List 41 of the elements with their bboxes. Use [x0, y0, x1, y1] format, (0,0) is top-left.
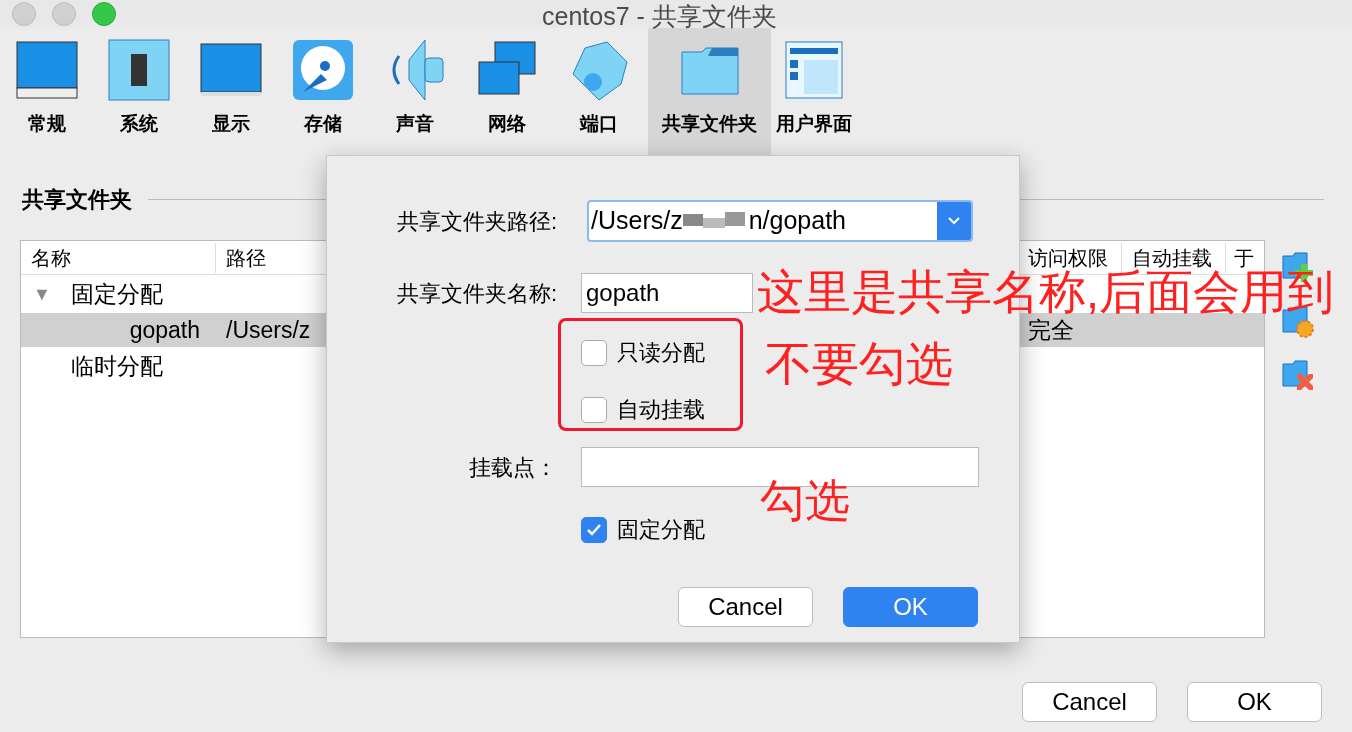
toolbar-tab[interactable]: 共享文件夹	[648, 28, 771, 155]
column-header[interactable]: 名称	[21, 242, 216, 273]
group-label: 临时分配	[71, 351, 163, 381]
chip-icon	[107, 38, 171, 102]
disclosure-triangle[interactable]: ▼	[33, 283, 51, 304]
checkbox-label: 固定分配	[617, 516, 705, 544]
folder-remove-icon[interactable]	[1281, 358, 1315, 392]
dropdown-button[interactable]	[937, 202, 971, 240]
cancel-button[interactable]: Cancel	[678, 587, 813, 627]
toolbar-tab[interactable]: 系统	[96, 28, 182, 155]
minimize-window-button[interactable]	[52, 2, 76, 26]
zoom-window-button[interactable]	[92, 2, 116, 26]
column-header[interactable]: 路径	[216, 242, 316, 273]
annotation-text: 不要勾选	[765, 340, 953, 387]
toolbar-tab[interactable]: 存储	[280, 28, 366, 155]
field-label: 共享文件夹路径:	[396, 207, 558, 236]
toolbar-tab[interactable]: 声音	[372, 28, 458, 155]
checkbox[interactable]	[581, 396, 607, 423]
group-label: 固定分配	[71, 279, 163, 309]
toolbar-tab[interactable]: 显示	[188, 28, 274, 155]
checkbox[interactable]	[581, 339, 607, 366]
table-cell-text: 完全	[1027, 315, 1075, 345]
text-field[interactable]: gopath	[581, 273, 753, 313]
ok-button[interactable]: OK	[1187, 682, 1322, 722]
window-layout-icon	[782, 38, 846, 102]
annotation-text: 勾选	[760, 478, 850, 523]
ok-button[interactable]: OK	[843, 587, 978, 627]
field-label: 挂载点：	[469, 453, 558, 482]
section-title: 共享文件夹	[22, 186, 132, 214]
path-combo-box[interactable]: /Users/z n/gopath	[587, 200, 973, 242]
table-cell-text: gopath	[128, 315, 201, 345]
monitor-icon	[15, 38, 79, 102]
checkbox-label: 只读分配	[617, 339, 705, 367]
field-label: 共享文件夹名称:	[396, 279, 558, 308]
close-window-button[interactable]	[12, 2, 36, 26]
checkbox[interactable]	[581, 516, 607, 543]
checkbox-label: 自动挂载	[617, 396, 705, 424]
chevron-down-icon	[947, 216, 961, 226]
table-cell-text: /Users/z	[225, 315, 311, 345]
cancel-button[interactable]: Cancel	[1022, 682, 1157, 722]
toolbar-tab[interactable]: 常规	[4, 28, 90, 155]
